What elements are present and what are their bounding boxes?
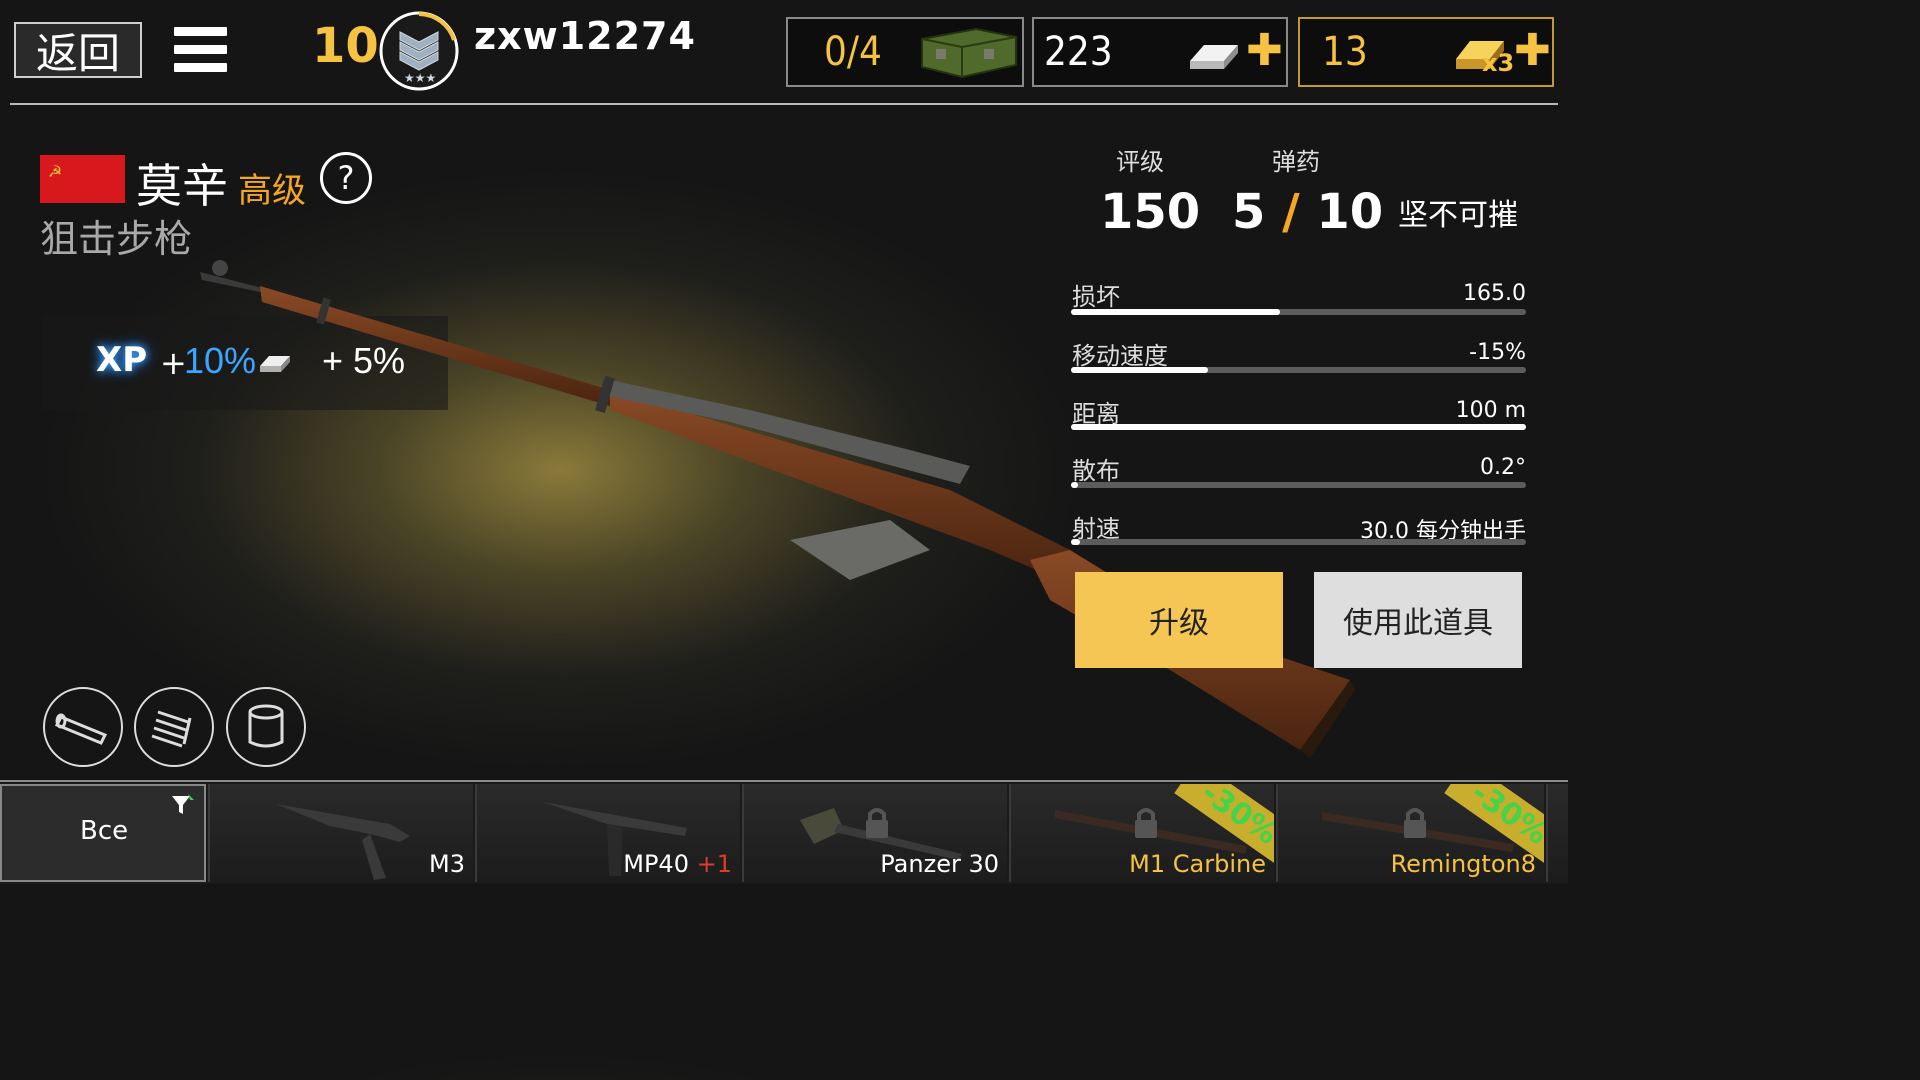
rating-label: 评级 xyxy=(1116,148,1164,176)
stat-damage-track xyxy=(1071,309,1526,315)
stat-damage-fill xyxy=(1071,309,1281,315)
player-level: 10 xyxy=(312,18,379,74)
silver-counter[interactable]: 223 ✚ xyxy=(1032,17,1288,87)
crate-counter[interactable]: 0/4 xyxy=(786,17,1024,87)
lock-icon xyxy=(866,808,888,838)
stat-damage-value: 165.0 xyxy=(1463,281,1526,306)
menu-icon[interactable] xyxy=(174,27,227,75)
tray-item[interactable]: -30% Remington8 xyxy=(1276,784,1544,882)
silver-amount: 223 xyxy=(1044,29,1113,75)
tray-item-name: Remington8 xyxy=(1390,850,1536,878)
stat-spread-track xyxy=(1071,482,1526,488)
lock-icon xyxy=(1404,808,1426,838)
tray-item[interactable]: M3 xyxy=(208,784,473,882)
rating-value: 150 xyxy=(1100,184,1201,240)
tray-item-name: Panzer 30 xyxy=(880,850,999,878)
scope-slot[interactable] xyxy=(43,687,123,767)
filter-icon xyxy=(172,794,194,814)
ammo-label: 弹药 xyxy=(1272,148,1320,176)
crate-icon xyxy=(921,27,1017,79)
ammo-separator: / xyxy=(1282,184,1300,240)
lock-icon xyxy=(1135,808,1157,838)
tray-item[interactable]: -30% M1 Carbine xyxy=(1009,784,1274,882)
xp-plus-sign: + xyxy=(160,344,187,382)
ammo-current: 5 xyxy=(1232,184,1266,240)
gold-counter[interactable]: 13 x3 ✚ xyxy=(1298,17,1554,87)
silver-bar-icon xyxy=(1190,45,1238,69)
gold-multiplier: x3 xyxy=(1482,49,1515,77)
svg-text:☭: ☭ xyxy=(48,162,62,181)
ussr-flag-icon: ☭ xyxy=(40,155,125,203)
tray-item-partial[interactable] xyxy=(1546,784,1568,882)
stat-spread-value: 0.2° xyxy=(1480,455,1526,480)
stat-range-value: 100 m xyxy=(1455,398,1526,423)
stat-rate-track xyxy=(1071,539,1526,545)
help-button[interactable]: ? xyxy=(320,152,372,204)
xp-icon: XP xyxy=(96,340,148,380)
upgrade-button[interactable]: 升级 xyxy=(1075,572,1283,668)
paint-can-icon xyxy=(248,704,284,748)
weapon-tier: 高级 xyxy=(238,171,306,211)
header-divider xyxy=(10,103,1558,105)
tray-item-name: M3 xyxy=(429,850,465,878)
stat-speed-label: 移动速度 xyxy=(1072,342,1168,370)
svg-text:★★★: ★★★ xyxy=(404,71,436,85)
filter-all-tab[interactable]: Все xyxy=(0,784,206,882)
smg-icon xyxy=(276,804,410,880)
tray-item[interactable]: Panzer 30 xyxy=(742,784,1007,882)
stat-speed-track xyxy=(1071,367,1526,373)
tray-item[interactable]: MP40 +1 xyxy=(475,784,740,882)
crate-count: 0/4 xyxy=(824,29,882,75)
add-silver-icon[interactable]: ✚ xyxy=(1246,25,1283,76)
tray-item-extra: +1 xyxy=(696,850,732,878)
stat-range-track xyxy=(1071,424,1526,430)
stat-speed-value: -15% xyxy=(1469,340,1526,365)
equip-button[interactable]: 使用此道具 xyxy=(1314,572,1522,668)
tray-item-label: MP40 +1 xyxy=(623,850,732,878)
scope-icon xyxy=(55,713,108,745)
weapon-trait: 坚不可摧 xyxy=(1398,198,1518,233)
stat-rate-fill xyxy=(1071,539,1081,545)
filter-all-label: Все xyxy=(80,816,129,846)
rifle-image xyxy=(200,260,1355,758)
ammo-clip-icon xyxy=(151,710,192,748)
tray-item-name: MP40 xyxy=(623,850,689,878)
stat-spread-label: 散布 xyxy=(1072,457,1120,485)
weapon-class: 狙击步枪 xyxy=(40,217,193,261)
tray-item-name: M1 Carbine xyxy=(1129,850,1266,878)
username: zxw12274 xyxy=(474,14,696,58)
gold-amount: 13 xyxy=(1322,29,1368,75)
rank-badge-icon: ★★★ xyxy=(379,11,459,91)
stat-damage-label: 损坏 xyxy=(1072,283,1120,311)
paint-slot[interactable] xyxy=(226,687,306,767)
weapon-name: 莫辛 xyxy=(136,159,228,213)
ammo-value: 5 / 10 xyxy=(1232,184,1383,240)
ammo-max: 10 xyxy=(1316,184,1384,240)
stat-range-fill xyxy=(1071,424,1526,430)
stat-speed-fill xyxy=(1071,367,1208,373)
ammo-slot[interactable] xyxy=(134,687,214,767)
back-button[interactable]: 返回 xyxy=(14,22,142,78)
stat-spread-fill xyxy=(1071,482,1078,488)
add-gold-icon[interactable]: ✚ xyxy=(1514,25,1551,76)
